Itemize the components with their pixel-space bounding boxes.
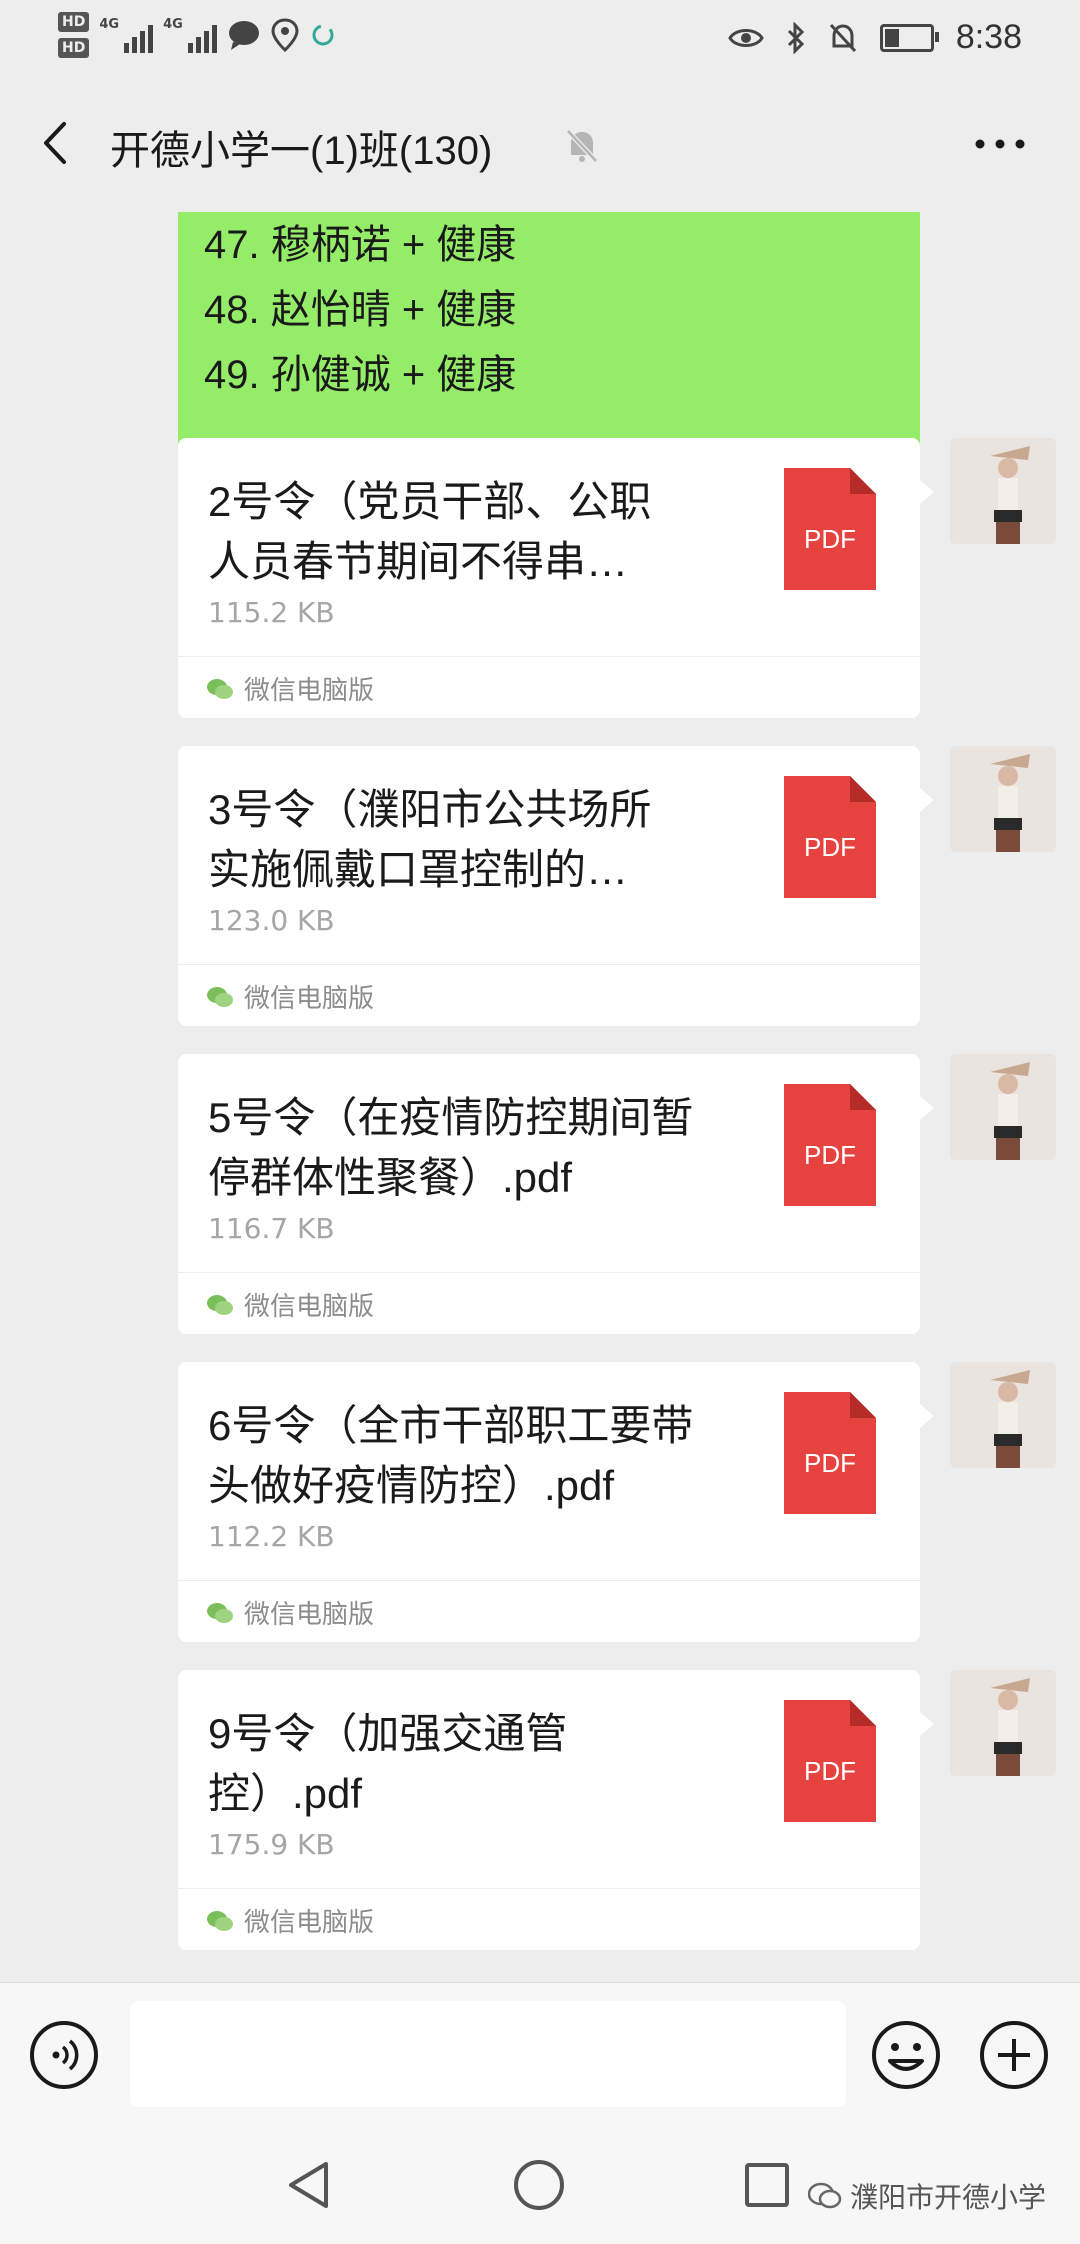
card-divider xyxy=(178,1580,920,1581)
source-label: 微信电脑版 xyxy=(244,1908,375,1938)
sender-avatar[interactable] xyxy=(950,1670,1056,1776)
watermark: 濮阳市开德小学 xyxy=(808,2176,1046,2216)
source-row: 微信电脑版 xyxy=(206,1286,374,1323)
source-row: 微信电脑版 xyxy=(206,978,374,1015)
wechat-icon xyxy=(207,986,233,1007)
message-list[interactable]: 47. 穆柄诺 + 健康 48. 赵怡晴 + 健康 49. 孙健诚 + 健康 2… xyxy=(0,212,1080,1982)
nav-recents-icon[interactable] xyxy=(744,2162,790,2208)
nav-back-icon[interactable] xyxy=(286,2160,332,2210)
source-label: 微信电脑版 xyxy=(244,1292,375,1322)
wechat-watermark-icon xyxy=(808,2182,842,2209)
avatar-image xyxy=(950,1362,1056,1468)
message-input[interactable] xyxy=(130,2001,846,2107)
file-size: 115.2 KB xyxy=(208,596,335,629)
wechat-icon xyxy=(207,1294,233,1315)
status-time: 8:38 xyxy=(955,18,1022,56)
pdf-label: PDF xyxy=(804,1448,856,1478)
input-bar xyxy=(0,1982,1080,2123)
hd-indicator: HD HD xyxy=(58,12,90,58)
file-size: 175.9 KB xyxy=(208,1828,335,1861)
bubble-tail xyxy=(918,1710,934,1738)
network1-label: 4G xyxy=(99,17,120,32)
message-line: 47. 穆柄诺 + 健康 xyxy=(204,223,517,267)
more-functions-button[interactable] xyxy=(978,2019,1050,2091)
source-row: 微信电脑版 xyxy=(206,670,374,707)
pdf-file-icon: PDF xyxy=(784,1700,876,1822)
message-icon xyxy=(228,21,259,50)
pdf-file-icon: PDF xyxy=(784,1084,876,1206)
avatar-image xyxy=(950,438,1056,544)
pdf-label: PDF xyxy=(804,832,856,862)
location-icon xyxy=(271,18,299,52)
chat-title: 开德小学一(1)班(130) xyxy=(110,129,493,173)
card-divider xyxy=(178,1272,920,1273)
wechat-icon xyxy=(207,1602,233,1623)
more-options-icon[interactable] xyxy=(970,132,1030,156)
file-name: 2号令（党员干部、公职 人员春节期间不得串… xyxy=(208,478,652,585)
source-label: 微信电脑版 xyxy=(244,1600,375,1630)
bluetooth-icon xyxy=(787,21,804,54)
pdf-label: PDF xyxy=(804,524,856,554)
file-message-card[interactable]: 3号令（濮阳市公共场所 实施佩戴口罩控制的… 123.0 KB PDF 微信电脑… xyxy=(178,746,934,1026)
pdf-label: PDF xyxy=(804,1756,856,1786)
hd2-label: HD xyxy=(58,38,90,58)
file-message-card[interactable]: 9号令（加强交通管 控）.pdf 175.9 KB PDF 微信电脑版 xyxy=(178,1670,934,1950)
hd1-label: HD xyxy=(58,12,90,32)
file-name: 3号令（濮阳市公共场所 实施佩戴口罩控制的… xyxy=(208,786,652,893)
source-row: 微信电脑版 xyxy=(206,1902,374,1939)
chat-header: 开德小学一(1)班(130) xyxy=(0,80,1080,212)
file-message-card[interactable]: 6号令（全市干部职工要带 头做好疫情防控）.pdf 112.2 KB PDF 微… xyxy=(178,1362,934,1642)
avatar-image xyxy=(950,1054,1056,1160)
card-divider xyxy=(178,964,920,965)
sync-icon xyxy=(312,24,334,46)
message-line: 49. 孙健诚 + 健康 xyxy=(204,353,517,397)
status-bar: HD HD 4G 4G 8:38 xyxy=(0,0,1080,80)
bubble-tail xyxy=(918,1402,934,1430)
avatar-image xyxy=(950,1670,1056,1776)
bubble-tail xyxy=(918,1094,934,1122)
source-label: 微信电脑版 xyxy=(244,984,375,1014)
sender-avatar[interactable] xyxy=(950,746,1056,852)
system-navigation-bar: 濮阳市开德小学 xyxy=(0,2122,1080,2244)
file-size: 112.2 KB xyxy=(208,1520,335,1553)
signal-icon: 4G xyxy=(99,17,154,53)
pdf-file-icon: PDF xyxy=(784,776,876,898)
signal-icon-2: 4G xyxy=(163,17,217,53)
avatar-image xyxy=(950,746,1056,852)
card-divider xyxy=(178,656,920,657)
bubble-tail xyxy=(918,478,934,506)
voice-input-button[interactable] xyxy=(28,2019,100,2091)
emoji-button[interactable] xyxy=(870,2019,942,2091)
file-size: 123.0 KB xyxy=(208,904,335,937)
battery-icon xyxy=(879,23,939,52)
source-label: 微信电脑版 xyxy=(244,676,375,706)
sender-avatar[interactable] xyxy=(950,1362,1056,1468)
pdf-label: PDF xyxy=(804,1140,856,1170)
sender-avatar[interactable] xyxy=(950,1054,1056,1160)
file-name: 5号令（在疫情防控期间暂 停群体性聚餐）.pdf xyxy=(208,1094,694,1201)
bubble-tail xyxy=(918,786,934,814)
pdf-file-icon: PDF xyxy=(784,468,876,590)
wechat-icon xyxy=(207,1910,233,1931)
nav-home-icon[interactable] xyxy=(512,2158,566,2212)
watermark-text: 濮阳市开德小学 xyxy=(850,2181,1047,2214)
file-size: 116.7 KB xyxy=(208,1212,335,1245)
file-message-card[interactable]: 2号令（党员干部、公职 人员春节期间不得串… 115.2 KB PDF 微信电脑… xyxy=(178,438,934,718)
muted-bell-icon xyxy=(566,129,598,163)
back-arrow-icon[interactable] xyxy=(32,118,82,168)
file-message-card[interactable]: 5号令（在疫情防控期间暂 停群体性聚餐）.pdf 116.7 KB PDF 微信… xyxy=(178,1054,934,1334)
mute-bell-icon xyxy=(829,23,856,52)
message-line: 48. 赵怡晴 + 健康 xyxy=(204,288,517,332)
wechat-icon xyxy=(207,678,233,699)
network2-label: 4G xyxy=(163,17,183,32)
sender-avatar[interactable] xyxy=(950,438,1056,544)
source-row: 微信电脑版 xyxy=(206,1594,374,1631)
eye-icon xyxy=(728,28,764,47)
card-divider xyxy=(178,1888,920,1889)
pdf-file-icon: PDF xyxy=(784,1392,876,1514)
file-name: 9号令（加强交通管 控）.pdf xyxy=(208,1710,568,1817)
file-name: 6号令（全市干部职工要带 头做好疫情防控）.pdf xyxy=(208,1402,694,1509)
